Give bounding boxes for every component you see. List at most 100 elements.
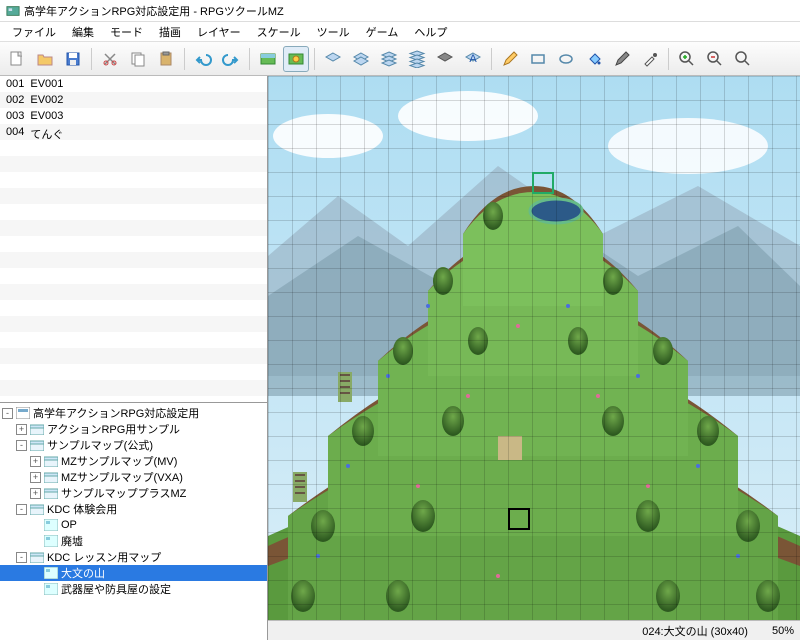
menu-scale[interactable]: スケール [249,22,309,42]
menu-tools[interactable]: ツール [309,22,358,42]
map-grid-overlay [268,76,800,620]
tree-label: KDC レッスン用マップ [47,549,161,565]
collapse-icon[interactable]: - [2,408,13,419]
tree-item[interactable]: - サンプルマップ(公式) [0,437,267,453]
tree-label: OP [61,519,77,531]
copy-button[interactable] [125,46,151,72]
save-file-button[interactable] [60,46,86,72]
menu-game[interactable]: ゲーム [358,22,407,42]
folder-icon [30,551,44,563]
event-list[interactable]: 001EV001002EV002003EV003004てんぐ [0,76,267,403]
tree-spacer [30,520,41,531]
folder-icon [30,503,44,515]
menu-draw[interactable]: 描画 [151,22,189,42]
cut-button[interactable] [97,46,123,72]
zoom-out-button[interactable] [702,46,728,72]
project-icon [16,407,30,419]
tree-item[interactable]: + アクションRPG用サンプル [0,421,267,437]
map-mode-button[interactable] [255,46,281,72]
tree-label: MZサンプルマップ(MV) [61,453,177,469]
open-file-button[interactable] [32,46,58,72]
status-mapinfo: 024:大文の山 (30x40) [642,623,748,639]
folder-icon [44,487,58,499]
tree-item[interactable]: - 高学年アクションRPG対応設定用 [0,405,267,421]
event-selection-box-1[interactable] [532,172,554,194]
map-tree[interactable]: - 高学年アクションRPG対応設定用 + アクションRPG用サンプル - サンプルマップ(… [0,403,267,640]
map-canvas-area: 024:大文の山 (30x40) 50% [268,76,800,640]
paste-button[interactable] [153,46,179,72]
tree-item[interactable]: + MZサンプルマップ(VXA) [0,469,267,485]
map-viewport[interactable] [268,76,800,620]
map-icon [44,583,58,595]
ellipse-button[interactable] [553,46,579,72]
expand-icon[interactable]: + [30,456,41,467]
svg-text:A: A [469,53,477,65]
event-row[interactable]: 001EV001 [0,76,267,92]
title-bar: 高学年アクションRPG対応設定用 - RPGツクールMZ [0,0,800,22]
undo-button[interactable] [190,46,216,72]
tree-label: MZサンプルマップ(VXA) [61,469,183,485]
tree-item[interactable]: 武器屋や防具屋の設定 [0,581,267,597]
pencil-button[interactable] [497,46,523,72]
collapse-icon[interactable]: - [16,504,27,515]
tree-item[interactable]: OP [0,517,267,533]
layer-shadow-button[interactable] [432,46,458,72]
expand-icon[interactable]: + [16,424,27,435]
fill-button[interactable] [581,46,607,72]
event-row[interactable]: 004てんぐ [0,124,267,140]
tree-spacer [30,536,41,547]
menu-layer[interactable]: レイヤー [189,22,249,42]
new-file-button[interactable] [4,46,30,72]
menu-help[interactable]: ヘルプ [406,22,455,42]
collapse-icon[interactable]: - [16,552,27,563]
layer2-button[interactable] [348,46,374,72]
event-row[interactable]: 002EV002 [0,92,267,108]
map-icon [44,519,58,531]
folder-icon [44,471,58,483]
tree-item[interactable]: 大文の山 [0,565,267,581]
map-icon [44,567,58,579]
menu-bar: ファイル 編集 モード 描画 レイヤー スケール ツール ゲーム ヘルプ [0,22,800,42]
tree-item[interactable]: 廃墟 [0,533,267,549]
tree-item[interactable]: + サンプルマッププラスMZ [0,485,267,501]
map-icon [44,535,58,547]
layer3-button[interactable] [376,46,402,72]
zoom-actual-button[interactable] [730,46,756,72]
redo-button[interactable] [218,46,244,72]
eyedropper-button[interactable] [637,46,663,72]
expand-icon[interactable]: + [30,488,41,499]
zoom-in-button[interactable] [674,46,700,72]
tree-item[interactable]: + MZサンプルマップ(MV) [0,453,267,469]
tree-item[interactable]: - KDC レッスン用マップ [0,549,267,565]
tree-label: 大文の山 [61,565,105,581]
folder-icon [30,439,44,451]
tree-label: 廃墟 [61,533,83,549]
status-zoom: 50% [772,625,794,637]
event-row[interactable]: 003EV003 [0,108,267,124]
tree-label: サンプルマッププラスMZ [61,485,186,501]
toolbar: A [0,42,800,76]
tree-label: KDC 体験会用 [47,501,117,517]
tree-item[interactable]: - KDC 体験会用 [0,501,267,517]
app-icon [6,4,20,18]
layer-auto-button[interactable]: A [460,46,486,72]
event-mode-button[interactable] [283,46,309,72]
shadowpen-button[interactable] [609,46,635,72]
window-title: 高学年アクションRPG対応設定用 - RPGツクールMZ [24,3,284,19]
folder-icon [30,423,44,435]
tree-label: 高学年アクションRPG対応設定用 [33,405,199,421]
menu-file[interactable]: ファイル [4,22,64,42]
layer4-button[interactable] [404,46,430,72]
collapse-icon[interactable]: - [16,440,27,451]
tree-label: アクションRPG用サンプル [47,421,180,437]
tree-spacer [30,584,41,595]
menu-mode[interactable]: モード [102,22,151,42]
layer1-button[interactable] [320,46,346,72]
tree-label: 武器屋や防具屋の設定 [61,581,171,597]
tree-label: サンプルマップ(公式) [47,437,153,453]
menu-edit[interactable]: 編集 [64,22,102,42]
event-selection-box-2[interactable] [508,508,530,530]
rect-button[interactable] [525,46,551,72]
left-panel: 001EV001002EV002003EV003004てんぐ - 高学年アクション… [0,76,268,640]
expand-icon[interactable]: + [30,472,41,483]
